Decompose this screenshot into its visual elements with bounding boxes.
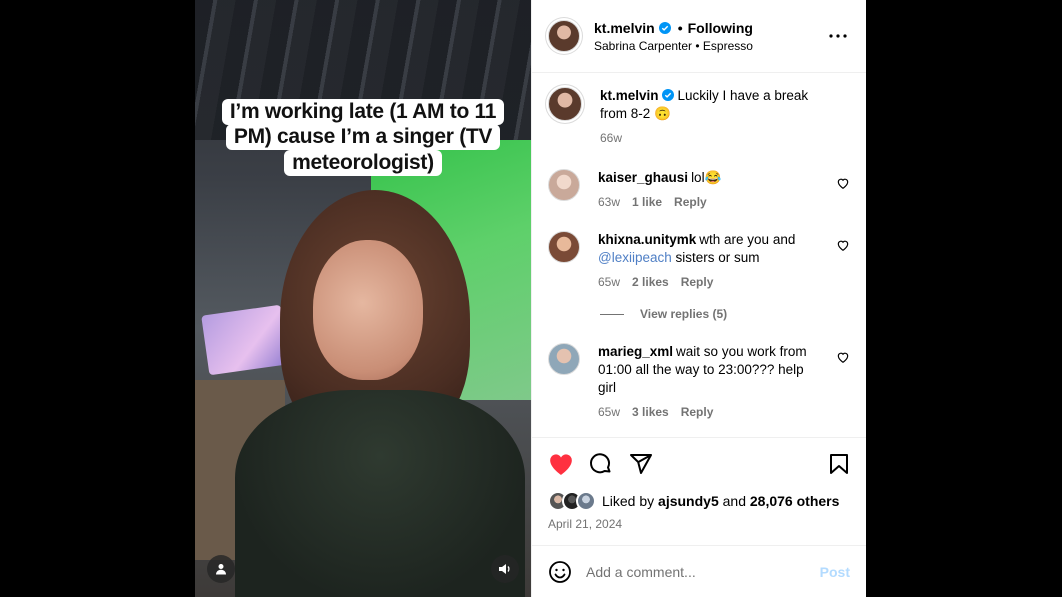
video-caption-line-3: meteorologist): [284, 150, 442, 176]
comment-like-heart-icon[interactable]: [836, 238, 850, 252]
comment-like-heart-icon[interactable]: [836, 176, 850, 190]
likes-summary: Liked by ajsundy5 and 28,076 others: [548, 491, 852, 511]
mute-toggle-button[interactable]: [491, 555, 519, 583]
author-avatar[interactable]: [548, 20, 580, 52]
comment-username[interactable]: kaiser_ghausi: [598, 170, 688, 185]
post-video[interactable]: I’m working late (1 AM to 11 PM) cause I…: [195, 0, 531, 597]
video-caption-line-1: I’m working late (1 AM to 11: [221, 99, 505, 125]
comment-button[interactable]: [588, 451, 614, 477]
comment-like-count[interactable]: 3 likes: [632, 403, 669, 421]
commenter-avatar[interactable]: [548, 169, 580, 201]
following-button[interactable]: Following: [688, 20, 753, 36]
view-replies-button[interactable]: View replies (5): [600, 307, 850, 321]
caption-author-avatar[interactable]: [548, 87, 582, 121]
comment-age[interactable]: 65w: [598, 273, 620, 291]
view-replies-label: View replies (5): [640, 307, 728, 321]
comment-item: marieg_xml wait so you work from 01:00 al…: [548, 343, 850, 421]
person-icon: [216, 564, 226, 575]
header-separator: •: [677, 19, 683, 36]
comment-reply-button[interactable]: Reply: [681, 273, 714, 291]
caption-username[interactable]: kt.melvin: [600, 88, 659, 103]
verified-badge-icon: [661, 89, 674, 101]
bookmark-icon: [830, 454, 848, 474]
post-date[interactable]: April 21, 2024: [548, 517, 852, 531]
comment-like-count[interactable]: 1 like: [632, 193, 662, 211]
person-body: [235, 390, 525, 597]
comment-username[interactable]: khixna.unitymk: [598, 232, 696, 247]
comment-mention-link[interactable]: @lexiipeach: [598, 250, 672, 265]
share-icon: [630, 454, 652, 474]
post-caption: kt.melvin Luckily I have a break from 8-2…: [548, 87, 850, 147]
emoji-icon[interactable]: [548, 560, 572, 584]
more-horizontal-icon: [829, 34, 847, 38]
save-button[interactable]: [826, 451, 852, 477]
caption-age[interactable]: 66w: [600, 129, 622, 147]
author-username[interactable]: kt.melvin: [594, 20, 655, 36]
comment-username[interactable]: marieg_xml: [598, 344, 673, 359]
tagged-users-button[interactable]: [207, 555, 235, 583]
liker-username[interactable]: ajsundy5: [658, 493, 719, 509]
comment-like-count[interactable]: 2 likes: [632, 273, 669, 291]
commenter-avatar[interactable]: [548, 343, 580, 375]
comment-input[interactable]: [586, 563, 820, 580]
likes-others-button[interactable]: 28,076 others: [750, 493, 840, 509]
audio-track-link[interactable]: Sabrina Carpenter • Espresso: [594, 39, 826, 53]
comment-item: khixna.unitymk wth are you and @lexiipeac…: [548, 231, 850, 291]
comment-icon: [590, 453, 611, 474]
comment-text: lol😂: [691, 170, 722, 185]
likes-prefix: Liked by: [602, 493, 659, 509]
video-caption-line-2: PM) cause I’m a singer (TV: [225, 124, 501, 150]
comment-age[interactable]: 63w: [598, 193, 620, 211]
comments-list[interactable]: kt.melvin Luckily I have a break from 8-2…: [532, 73, 866, 437]
replies-divider: [600, 313, 624, 315]
studio-monitor: [201, 304, 289, 376]
commenter-avatar[interactable]: [548, 231, 580, 263]
comment-reply-button[interactable]: Reply: [674, 193, 707, 211]
post-actions: Liked by ajsundy5 and 28,076 others Apri…: [532, 437, 866, 531]
comment-age[interactable]: 65w: [598, 403, 620, 421]
comment-text: wth are you and: [699, 232, 796, 247]
like-button[interactable]: [548, 451, 574, 477]
likes-middle: and: [718, 493, 750, 509]
comment-reply-button[interactable]: Reply: [681, 403, 714, 421]
liker-avatar: [576, 491, 596, 511]
verified-badge-icon: [658, 21, 671, 34]
post-modal: I’m working late (1 AM to 11 PM) cause I…: [195, 0, 866, 597]
heart-filled-icon: [550, 454, 572, 475]
comment-item: kaiser_ghausi lol😂 63w 1 like Reply: [548, 169, 850, 211]
comment-composer: Post: [532, 545, 866, 597]
post-comment-button[interactable]: Post: [820, 564, 850, 580]
share-button[interactable]: [628, 451, 654, 477]
post-header: kt.melvin • Following Sabrina Carpenter …: [532, 0, 866, 73]
person-face: [313, 240, 423, 380]
speaker-icon: [499, 564, 510, 574]
comment-text-after: sisters or sum: [671, 250, 760, 265]
more-options-button[interactable]: [826, 24, 850, 48]
comment-like-heart-icon[interactable]: [836, 350, 850, 364]
post-details-panel: kt.melvin • Following Sabrina Carpenter …: [531, 0, 866, 597]
